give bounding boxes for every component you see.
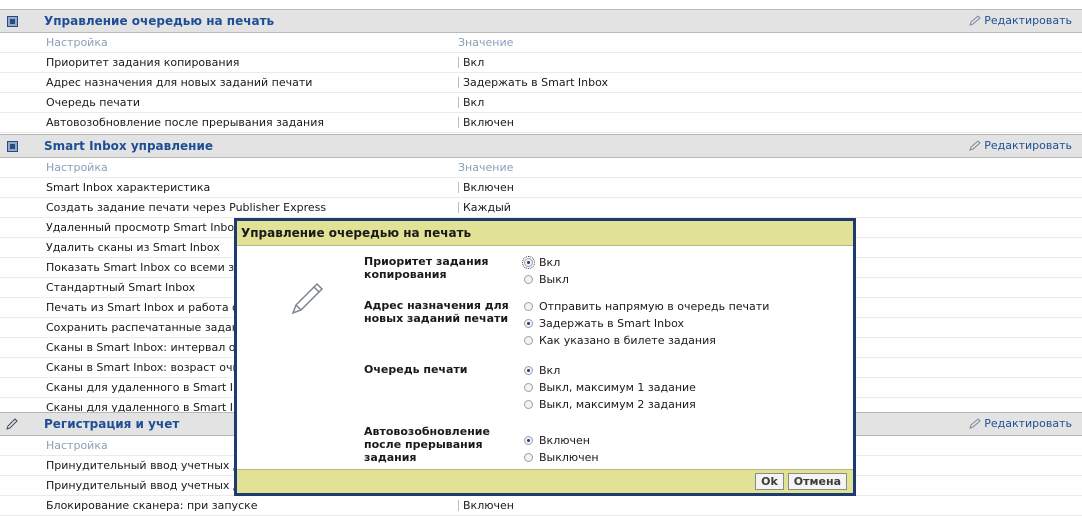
radio-option[interactable]: Вкл xyxy=(524,363,560,378)
radio-button[interactable] xyxy=(524,302,533,311)
radio-button[interactable] xyxy=(524,275,533,284)
column-header-row: Настройка Значение xyxy=(0,33,1082,53)
section-header: Smart Inbox управление Редактировать xyxy=(0,134,1082,158)
radio-button[interactable] xyxy=(524,366,533,375)
table-row: Создать задание печати через Publisher E… xyxy=(0,198,1082,218)
row-name: Smart Inbox характеристика xyxy=(46,181,211,194)
radio-label: Выкл, максимум 1 задание xyxy=(539,381,696,394)
radio-label: Как указано в билете задания xyxy=(539,334,716,347)
row-value: Включен xyxy=(463,116,514,129)
radio-button[interactable] xyxy=(522,256,535,269)
row-name: Приоритет задания копирования xyxy=(46,56,240,69)
radio-label: Выключен xyxy=(539,451,599,464)
radio-button[interactable] xyxy=(524,453,533,462)
group-label-copy-priority: Приоритет задания копирования xyxy=(364,255,489,281)
pencil-icon xyxy=(969,14,981,26)
pencil-icon xyxy=(0,413,24,435)
table-row: Очередь печати Вкл xyxy=(0,93,1082,113)
column-setting: Настройка xyxy=(46,161,108,174)
pencil-icon xyxy=(969,139,981,151)
table-row: Автовозобновление после прерывания задан… xyxy=(0,113,1082,133)
radio-button[interactable] xyxy=(524,383,533,392)
table-row: Блокирование сканера: при запуске Включен xyxy=(0,496,1082,516)
row-value: Каждый xyxy=(463,201,511,214)
pencil-icon xyxy=(291,282,324,315)
cancel-button[interactable]: Отмена xyxy=(787,473,847,490)
ok-button[interactable]: Ok xyxy=(755,473,784,490)
row-name: Создать задание печати через Publisher E… xyxy=(46,201,327,214)
radio-option[interactable]: Как указано в билете задания xyxy=(524,333,716,348)
radio-button[interactable] xyxy=(524,336,533,345)
radio-button[interactable] xyxy=(524,319,533,328)
radio-label: Выкл, максимум 2 задания xyxy=(539,398,696,411)
document-icon xyxy=(0,135,24,157)
radio-label: Вкл xyxy=(539,364,561,377)
radio-option[interactable]: Выкл, максимум 2 задания xyxy=(524,397,696,412)
radio-label: Задержать в Smart Inbox xyxy=(539,317,685,330)
row-name: Очередь печати xyxy=(46,96,141,109)
pencil-icon xyxy=(969,417,981,429)
row-value: Включен xyxy=(463,181,514,194)
row-value: Включен xyxy=(463,499,514,512)
radio-option[interactable]: Отправить напрямую в очередь печати xyxy=(524,299,769,314)
edit-button[interactable]: Редактировать xyxy=(968,139,1072,152)
row-name: Адрес назначения для новых заданий печат… xyxy=(46,76,313,89)
radio-button[interactable] xyxy=(524,400,533,409)
row-name: Блокирование сканера: при запуске xyxy=(46,499,258,512)
dialog-body: Приоритет задания копирования Вкл Выкл А… xyxy=(237,245,853,471)
radio-option[interactable]: Задержать в Smart Inbox xyxy=(524,316,684,331)
section-print-queue: Управление очередью на печать Редактиров… xyxy=(0,9,1082,133)
section-title: Регистрация и учет xyxy=(44,417,180,431)
print-queue-dialog: Управление очередью на печать Приоритет … xyxy=(234,218,856,496)
edit-button[interactable]: Редактировать xyxy=(968,14,1072,27)
radio-option[interactable]: Выкл, максимум 1 задание xyxy=(524,380,696,395)
column-header-row: Настройка Значение xyxy=(0,158,1082,178)
radio-option[interactable]: Вкл xyxy=(522,255,561,270)
edit-label: Редактировать xyxy=(984,417,1072,430)
edit-label: Редактировать xyxy=(984,14,1072,27)
radio-option[interactable]: Включен xyxy=(524,433,590,448)
row-value: Вкл xyxy=(463,56,485,69)
dialog-title: Управление очередью на печать xyxy=(237,221,853,246)
radio-button[interactable] xyxy=(524,436,533,445)
row-value: Вкл xyxy=(463,96,485,109)
group-label-auto-resume: Автовозобновление после прерывания задан… xyxy=(364,425,490,464)
section-title: Smart Inbox управление xyxy=(44,139,213,153)
document-icon xyxy=(0,10,24,32)
row-name: Автовозобновление после прерывания задан… xyxy=(46,116,324,129)
table-row: Smart Inbox характеристика Включен xyxy=(0,178,1082,198)
edit-label: Редактировать xyxy=(984,139,1072,152)
radio-label: Выкл xyxy=(539,273,569,286)
edit-button[interactable]: Редактировать xyxy=(968,417,1072,430)
section-title: Управление очередью на печать xyxy=(44,14,275,28)
radio-option[interactable]: Выкл xyxy=(524,272,569,287)
column-setting: Настройка xyxy=(46,36,108,49)
section-header: Управление очередью на печать Редактиров… xyxy=(0,9,1082,33)
row-value: Задержать в Smart Inbox xyxy=(463,76,609,89)
radio-label: Включен xyxy=(539,434,590,447)
radio-option[interactable]: Выключен xyxy=(524,450,599,465)
group-label-destination: Адрес назначения для новых заданий печат… xyxy=(364,299,509,325)
column-value: Значение xyxy=(458,161,514,174)
radio-label: Отправить напрямую в очередь печати xyxy=(539,300,770,313)
column-value: Значение xyxy=(458,36,514,49)
dialog-footer: Ok Отмена xyxy=(237,469,853,493)
radio-label: Вкл xyxy=(539,256,561,269)
table-row: Приоритет задания копирования Вкл xyxy=(0,53,1082,73)
group-label-print-queue: Очередь печати xyxy=(364,363,468,376)
table-row: Адрес назначения для новых заданий печат… xyxy=(0,73,1082,93)
